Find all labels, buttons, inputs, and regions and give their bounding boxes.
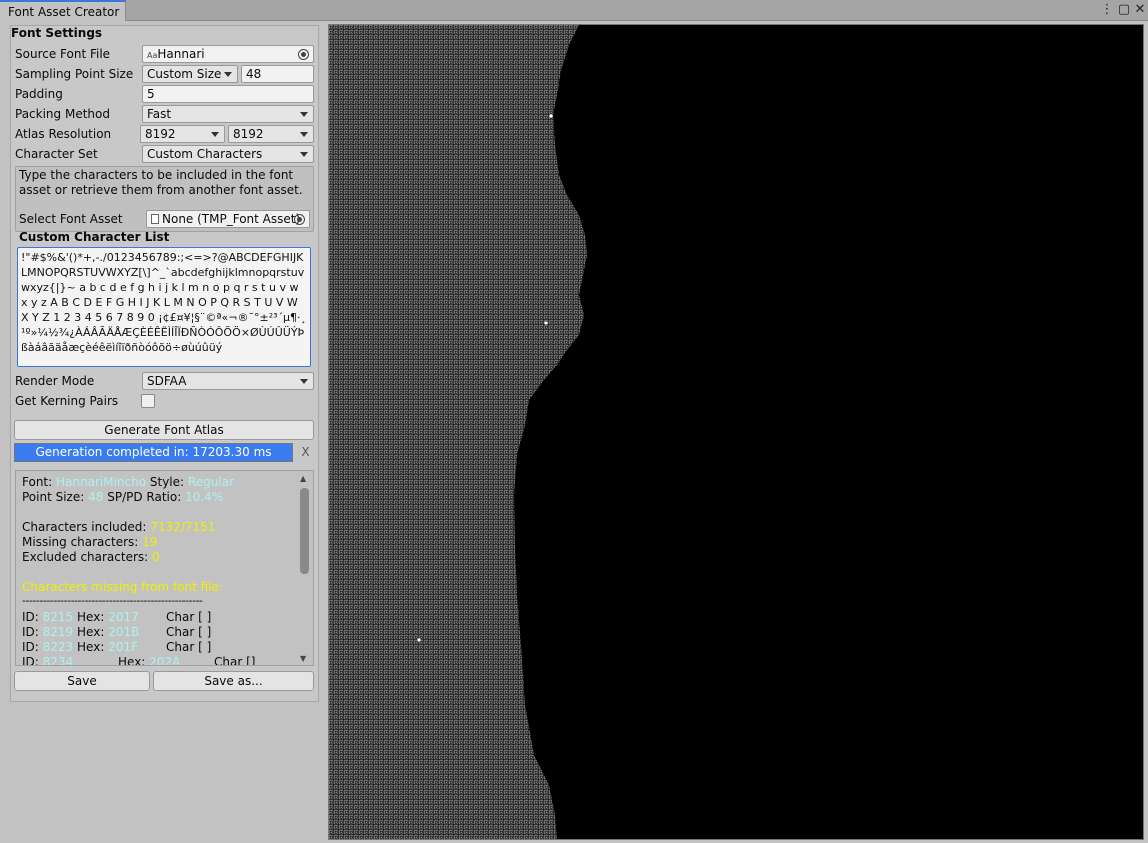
atlas-texture (329, 25, 587, 839)
kerning-checkbox[interactable] (141, 394, 155, 408)
font-file-icon: Aa (147, 51, 158, 60)
chevron-down-icon (224, 72, 232, 77)
clear-progress-button[interactable]: X (297, 443, 314, 462)
report-included-line: Characters included: 7132/7151 (22, 520, 216, 534)
close-icon[interactable]: ✕ (1133, 2, 1147, 18)
scroll-up-icon[interactable]: ▲ (300, 474, 306, 483)
character-set-dropdown[interactable]: Custom Characters (142, 145, 314, 163)
atlas-height-dropdown[interactable]: 8192 (228, 125, 314, 143)
chevron-down-icon (300, 152, 308, 157)
render-mode-label: Render Mode (15, 374, 95, 388)
character-set-label: Character Set (15, 147, 98, 161)
window-tab-bar: Font Asset Creator ⋮ ▢ ✕ (0, 0, 1148, 21)
padding-input[interactable]: 5 (142, 85, 314, 103)
chevron-down-icon (300, 132, 308, 137)
object-picker-icon[interactable] (298, 49, 309, 60)
packing-method-value: Fast (147, 107, 172, 121)
kebab-menu-icon[interactable]: ⋮ (1100, 2, 1114, 18)
document-icon (151, 214, 159, 224)
atlas-resolution-label: Atlas Resolution (15, 127, 112, 141)
render-mode-dropdown[interactable]: SDFAA (142, 372, 314, 390)
report-missing-line: Missing characters: 19 (22, 535, 158, 549)
atlas-preview (328, 24, 1144, 840)
tab-font-asset-creator[interactable]: Font Asset Creator (0, 0, 126, 21)
progress-bar: Generation completed in: 17203.30 ms (14, 443, 293, 462)
section-title: Font Settings (11, 26, 103, 40)
atlas-height-value: 8192 (233, 127, 264, 141)
custom-character-textarea[interactable]: !"#$%&'()*+,-./0123456789:;<=>?@ABCDEFGH… (17, 247, 311, 367)
source-font-label: Source Font File (15, 47, 111, 61)
scroll-thumb[interactable] (300, 488, 309, 574)
report-separator: ----------------------------------------… (22, 594, 203, 607)
save-as-button[interactable]: Save as... (153, 671, 314, 691)
report-font-line: Font: HannariMincho Style: Regular (22, 475, 234, 489)
sampling-mode-dropdown[interactable]: Custom Size (142, 65, 238, 83)
custom-list-label: Custom Character List (19, 230, 170, 244)
chevron-down-icon (300, 379, 308, 384)
object-picker-icon[interactable] (294, 214, 305, 225)
glyph-highlight (544, 321, 548, 325)
generation-report: Font: HannariMincho Style: Regular Point… (15, 470, 314, 666)
font-asset-field[interactable]: None (TMP_Font Asset) (146, 210, 310, 228)
scroll-down-icon[interactable]: ▼ (300, 654, 306, 663)
atlas-width-dropdown[interactable]: 8192 (140, 125, 225, 143)
glyph-region (329, 25, 587, 839)
packing-method-dropdown[interactable]: Fast (142, 105, 314, 123)
maximize-icon[interactable]: ▢ (1117, 2, 1131, 18)
report-scrollbar[interactable]: ▲ ▼ (299, 474, 310, 664)
table-row: ID: 8234 Hex: 202A Char [‪] (22, 655, 256, 666)
character-set-value: Custom Characters (147, 147, 263, 161)
help-text: Type the characters to be included in th… (19, 168, 303, 197)
padding-label: Padding (15, 87, 63, 101)
save-button[interactable]: Save (14, 671, 150, 691)
sampling-mode-value: Custom Size (147, 67, 222, 81)
atlas-width-value: 8192 (145, 127, 176, 141)
font-asset-label: Select Font Asset (19, 212, 123, 226)
font-asset-value: None (TMP_Font Asset) (162, 212, 301, 226)
report-excluded-line: Excluded characters: 0 (22, 550, 160, 564)
sampling-size-label: Sampling Point Size (15, 67, 134, 81)
glyph-highlight (417, 638, 421, 642)
table-row: ID: 8223 Hex: 201F Char [ ] (22, 640, 212, 654)
table-row: ID: 8215 Hex: 2017 Char [ ] (22, 610, 212, 624)
source-font-value: Hannari (157, 47, 205, 61)
sampling-size-input[interactable]: 48 (241, 65, 314, 83)
kerning-label: Get Kerning Pairs (15, 394, 119, 408)
render-mode-value: SDFAA (147, 374, 187, 388)
chevron-down-icon (211, 132, 219, 137)
packing-method-label: Packing Method (15, 107, 110, 121)
source-font-field[interactable]: AaHannari (142, 45, 314, 63)
generate-atlas-button[interactable]: Generate Font Atlas (14, 420, 314, 440)
chevron-down-icon (300, 112, 308, 117)
report-point-line: Point Size: 48 SP/PD Ratio: 10.4% (22, 490, 224, 504)
glyph-highlight (549, 114, 553, 118)
table-row: ID: 8219 Hex: 201B Char [ ] (22, 625, 212, 639)
